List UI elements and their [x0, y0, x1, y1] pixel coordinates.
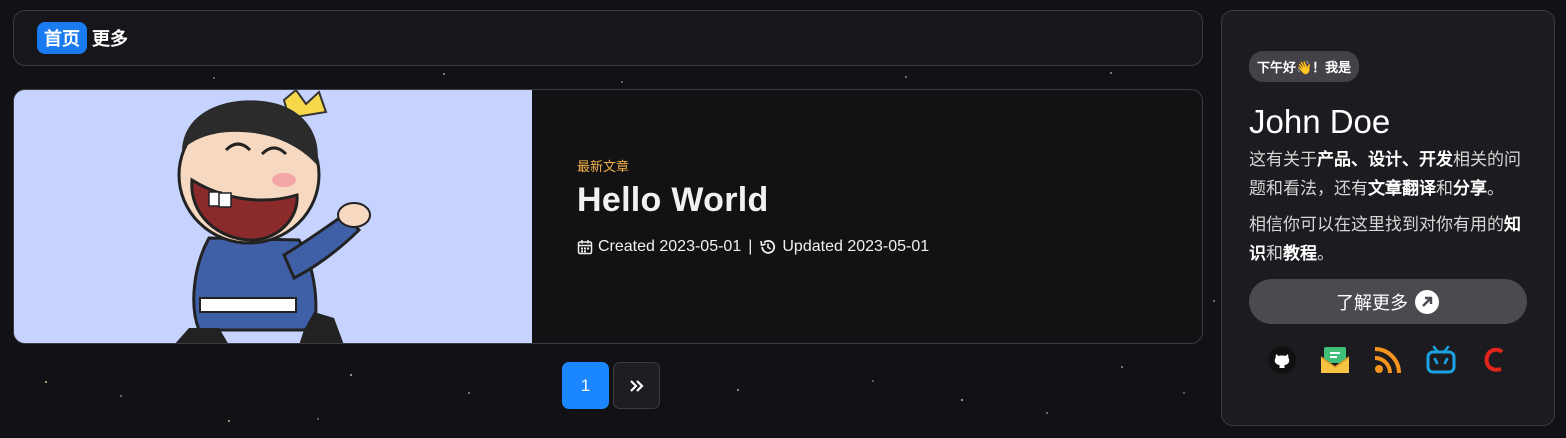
arrow-up-right-icon [1415, 289, 1439, 314]
email-link[interactable] [1317, 342, 1353, 378]
calendar-icon [577, 240, 593, 255]
nav-item-home[interactable]: 首页 [37, 22, 87, 54]
github-icon [1268, 346, 1296, 374]
post-title[interactable]: Hello World [577, 181, 929, 220]
rss-icon [1374, 347, 1401, 374]
profile-intro: 这有关于产品、设计、开发相关的问题和看法，还有文章翻译和分享。 [1249, 150, 1521, 198]
profile-card: 下午好👋！我是 John Doe 这有关于产品、设计、开发相关的问题和看法，还有… [1221, 10, 1555, 426]
post-updated-date: Updated 2023-05-01 [782, 238, 930, 255]
page-button-current[interactable]: 1 [562, 362, 609, 409]
learn-more-button[interactable]: 了解更多 [1249, 279, 1527, 324]
post-info: 最新文章 Hello World Created 2023-05-01 | Up… [532, 90, 929, 343]
post-tag: 最新文章 [577, 159, 630, 174]
post-meta: Created 2023-05-01 | Updated 2023-05-01 [577, 238, 929, 256]
nav-item-more[interactable]: 更多 [85, 22, 135, 54]
profile-name: John Doe [1249, 103, 1391, 140]
post-created-date: Created 2023-05-01 [598, 238, 742, 255]
next-page-button[interactable] [613, 362, 660, 409]
cartoon-prince-illustration [14, 90, 532, 343]
learn-more-label: 了解更多 [1336, 292, 1408, 313]
meta-separator: | [748, 238, 753, 255]
double-chevron-right-icon [629, 379, 644, 392]
latest-post-card[interactable]: 最新文章 Hello World Created 2023-05-01 | Up… [13, 89, 1203, 344]
top-nav: 首页 更多 [13, 10, 1203, 66]
social-links [1249, 342, 1527, 378]
csdn-link[interactable] [1476, 342, 1512, 378]
bilibili-icon [1426, 345, 1456, 374]
profile-intro-2: 相信你可以在这里找到对你有用的知识和教程。 [1249, 215, 1521, 263]
greeting-badge: 下午好👋！我是 [1249, 51, 1360, 82]
csdn-icon [1484, 347, 1504, 372]
history-icon [760, 240, 776, 254]
rss-link[interactable] [1370, 342, 1406, 378]
github-link[interactable] [1264, 342, 1300, 378]
post-cover-image[interactable] [14, 90, 532, 343]
bilibili-link[interactable] [1423, 342, 1459, 378]
pagination: 1 [562, 362, 660, 409]
email-icon [1320, 347, 1350, 373]
